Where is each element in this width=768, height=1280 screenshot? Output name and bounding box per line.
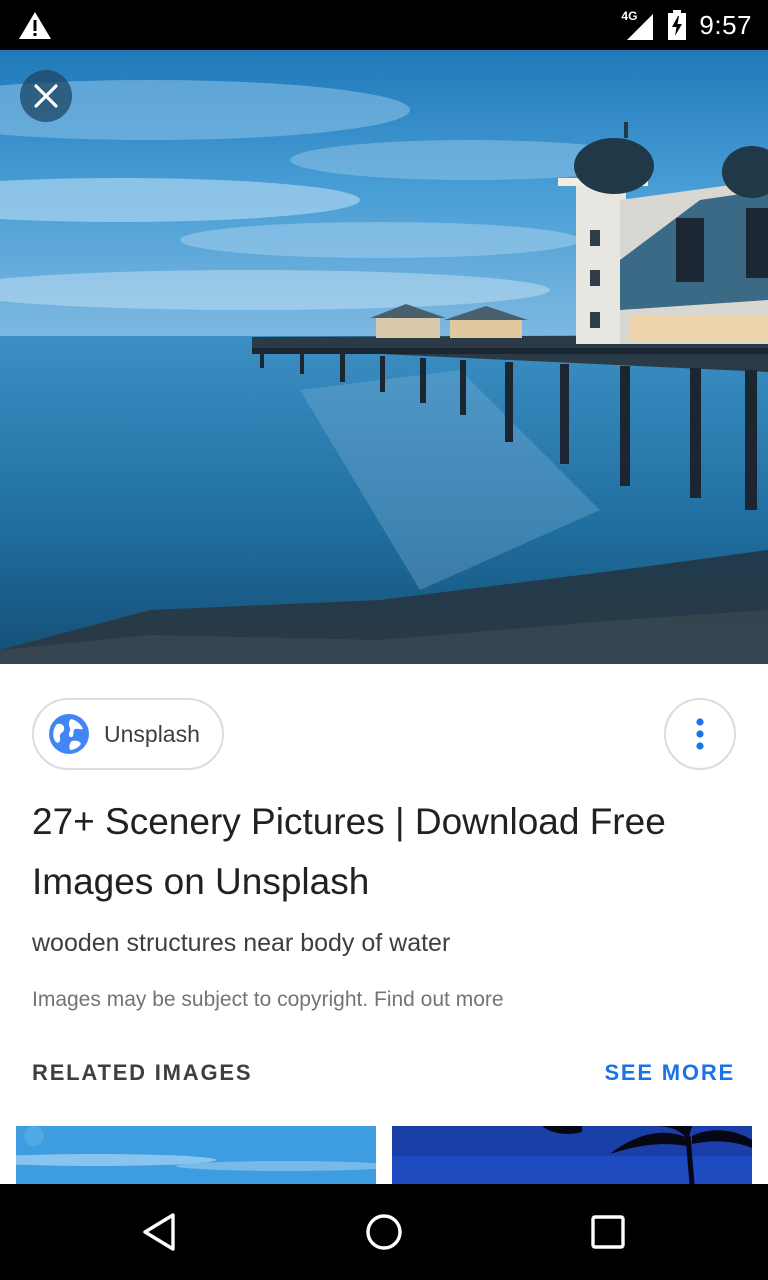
back-button[interactable] xyxy=(134,1208,186,1256)
status-indicators: 4G 9:57 xyxy=(621,6,752,44)
close-icon xyxy=(34,84,58,108)
back-icon xyxy=(143,1213,175,1251)
related-image-thumbnail[interactable] xyxy=(16,1126,376,1184)
globe-icon xyxy=(49,714,89,754)
home-icon xyxy=(366,1214,402,1250)
status-bar: 4G 9:57 xyxy=(0,0,768,50)
home-button[interactable] xyxy=(358,1208,410,1256)
see-more-link[interactable]: SEE MORE xyxy=(604,1060,735,1086)
battery-charging-icon xyxy=(668,10,687,40)
source-chip[interactable]: Unsplash xyxy=(32,698,224,770)
image-title[interactable]: 27+ Scenery Pictures | Download Free Ima… xyxy=(32,792,692,912)
recents-icon xyxy=(591,1215,625,1249)
related-image-thumbnail[interactable] xyxy=(392,1126,752,1184)
source-label: Unsplash xyxy=(104,720,200,747)
close-button[interactable] xyxy=(20,70,72,122)
related-images-heading: RELATED IMAGES xyxy=(32,1060,253,1085)
preview-image[interactable] xyxy=(0,50,768,664)
image-description: wooden structures near body of water xyxy=(32,929,451,957)
more-vert-icon xyxy=(696,718,704,750)
navigation-bar xyxy=(0,1184,768,1280)
warning-icon xyxy=(19,12,51,39)
clock: 9:57 xyxy=(699,9,752,40)
more-options-button[interactable] xyxy=(664,698,736,770)
signal-icon: 4G xyxy=(621,10,655,40)
recents-button[interactable] xyxy=(582,1208,634,1256)
copyright-notice[interactable]: Images may be subject to copyright. Find… xyxy=(32,988,504,1012)
